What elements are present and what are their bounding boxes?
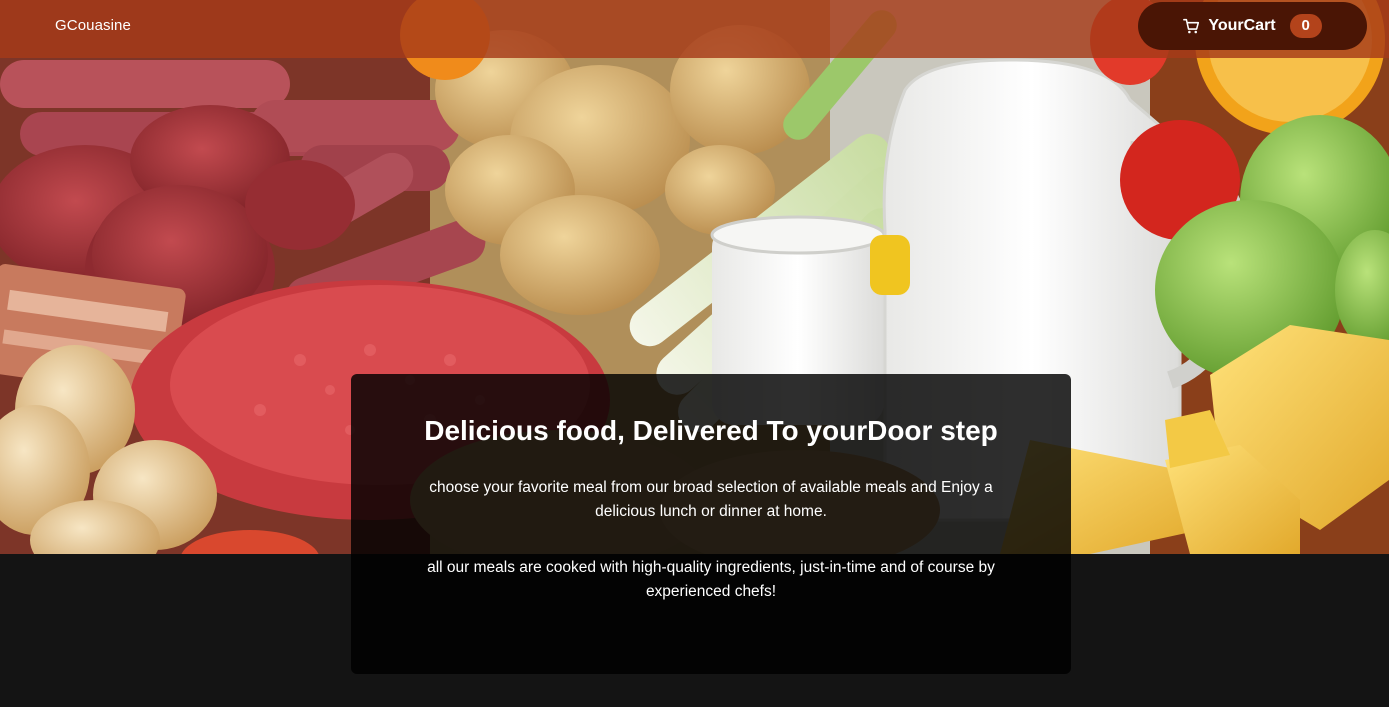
summary-title: Delicious food, Delivered To yourDoor st…	[424, 415, 998, 446]
site-logo[interactable]: GCouasine	[55, 17, 131, 34]
cart-count-badge: 0	[1289, 14, 1322, 38]
cart-icon	[1183, 18, 1200, 35]
summary-paragraph-quality: all our meals are cooked with high-quali…	[427, 559, 995, 600]
summary-paragraph-selection: choose your favorite meal from our broad…	[429, 479, 993, 520]
page: GCouasine YourCart 0 Delicious food, Del…	[0, 0, 1389, 707]
top-navigation-bar: GCouasine YourCart 0	[0, 0, 1389, 58]
meals-summary-card: Delicious food, Delivered To yourDoor st…	[351, 374, 1071, 674]
your-cart-button[interactable]: YourCart 0	[1138, 2, 1367, 50]
cart-label: YourCart	[1208, 17, 1276, 34]
